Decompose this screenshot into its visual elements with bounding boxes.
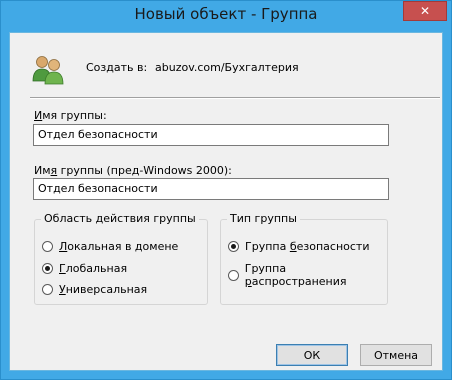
group-name-value: Отдел безопасности	[38, 128, 158, 141]
cancel-button[interactable]: Отмена	[360, 344, 432, 366]
group-type-box: Тип группы Группа безопасности Группа ра…	[220, 212, 388, 305]
scope-global-radio[interactable]: Глобальная	[42, 262, 127, 275]
dialog-body: Создать в: abuzov.com/Бухгалтерия Имя гр…	[9, 32, 443, 371]
create-in-label: Создать в:	[86, 61, 148, 74]
group-name-label-access-key: И	[34, 109, 43, 122]
radio-label: Глобальная	[59, 262, 128, 275]
window-title: Новый объект - Группа	[134, 5, 318, 23]
group-name-label-text: мя группы:	[42, 109, 107, 122]
scope-universal-radio[interactable]: Универсальная	[42, 283, 147, 296]
create-in-path: abuzov.com/Бухгалтерия	[155, 61, 299, 74]
group-name-input[interactable]: Отдел безопасности	[33, 124, 389, 146]
dialog-window: Новый объект - Группа ✕ Создать в: abuzo…	[0, 0, 452, 380]
pre2000-label-rest: группы (пред-Windows 2000):	[57, 164, 232, 177]
group-name-pre2000-input[interactable]: Отдел безопасности	[33, 178, 389, 200]
radio-indicator-checked	[42, 263, 53, 274]
header-separator	[30, 97, 440, 99]
scope-domain-local-radio[interactable]: Локальная в домене	[42, 240, 178, 253]
type-security-radio[interactable]: Группа безопасности	[228, 240, 369, 253]
radio-indicator	[42, 241, 53, 252]
radio-label: Группа безопасности	[245, 240, 370, 253]
type-distribution-radio[interactable]: Группа распространения	[228, 262, 387, 288]
radio-indicator-checked	[228, 241, 239, 252]
radio-label: Универсальная	[59, 283, 148, 296]
group-scope-legend: Область действия группы	[41, 212, 199, 225]
close-icon: ✕	[419, 4, 431, 18]
radio-indicator	[42, 284, 53, 295]
radio-indicator	[228, 269, 239, 281]
users-icon	[32, 56, 64, 85]
radio-label: Локальная в домене	[59, 240, 179, 253]
ok-button[interactable]: ОК	[276, 344, 348, 366]
group-name-pre2000-value: Отдел безопасности	[38, 182, 158, 195]
group-type-legend: Тип группы	[227, 212, 300, 225]
group-name-pre2000-label: Имя группы (пред-Windows 2000):	[34, 164, 232, 177]
title-bar[interactable]: Новый объект - Группа ✕	[1, 1, 451, 29]
pre2000-label-pre: Им	[34, 164, 51, 177]
radio-label: Группа распространения	[244, 262, 347, 288]
close-button[interactable]: ✕	[403, 1, 447, 21]
group-scope-box: Область действия группы Локальная в доме…	[34, 212, 208, 305]
group-name-label: Имя группы:	[34, 109, 107, 122]
